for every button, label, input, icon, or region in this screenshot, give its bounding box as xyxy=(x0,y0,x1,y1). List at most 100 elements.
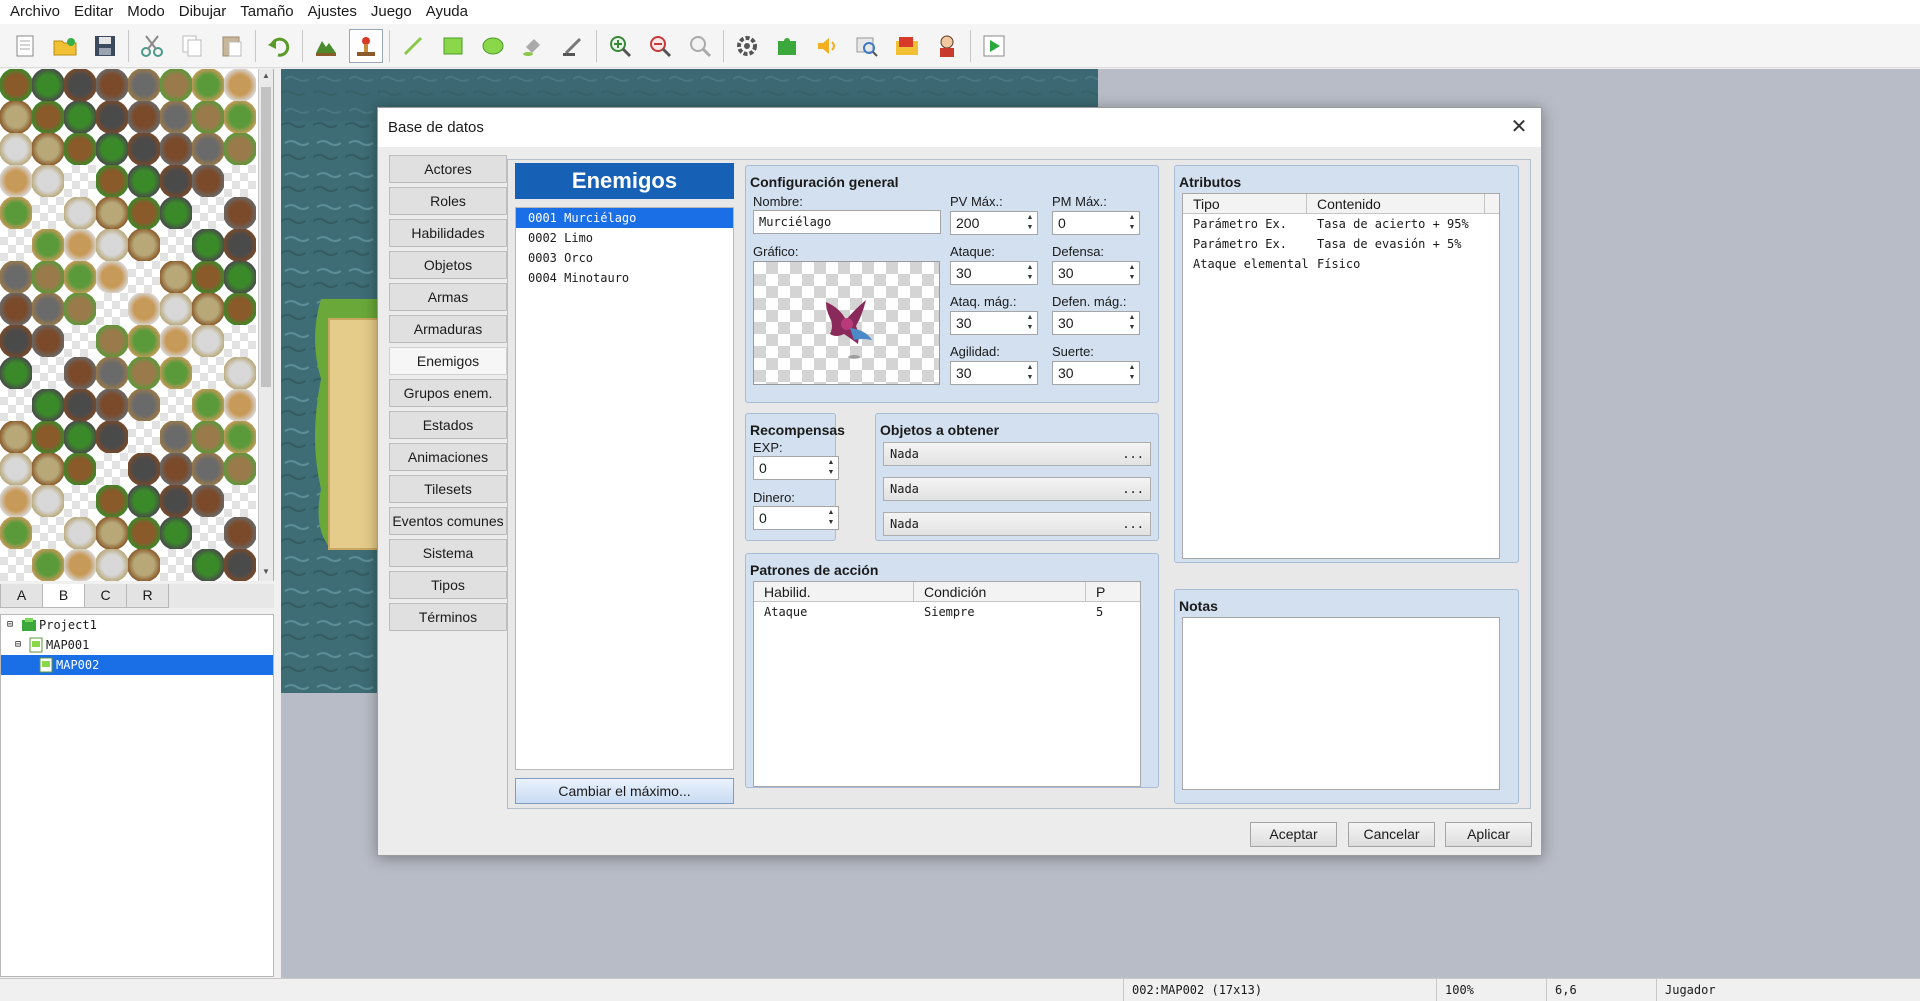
tileset-tile[interactable] xyxy=(160,389,192,421)
category-enemigos[interactable]: Enemigos xyxy=(389,347,507,375)
tileset-tile[interactable] xyxy=(192,389,224,421)
menu-archivo[interactable]: Archivo xyxy=(3,0,67,24)
tileset-tile[interactable] xyxy=(128,101,160,133)
tileset-tile[interactable] xyxy=(64,485,96,517)
tileset-tile[interactable] xyxy=(0,325,32,357)
tileset-tile[interactable] xyxy=(32,197,64,229)
tileset-tile[interactable] xyxy=(224,421,256,453)
tileset-tile[interactable] xyxy=(64,549,96,581)
tileset-tile[interactable] xyxy=(64,165,96,197)
tileset-tile[interactable] xyxy=(192,165,224,197)
tileset-tile[interactable] xyxy=(192,133,224,165)
tileset-tile[interactable] xyxy=(128,261,160,293)
tileset-tile[interactable] xyxy=(224,293,256,325)
menu-juego[interactable]: Juego xyxy=(364,0,419,24)
collapse-icon[interactable]: ⊟ xyxy=(15,635,29,655)
tileset-tile[interactable] xyxy=(0,389,32,421)
enemy-graphic-preview[interactable] xyxy=(753,261,940,385)
tileset-tile[interactable] xyxy=(160,485,192,517)
category-grupos-enem[interactable]: Grupos enem. xyxy=(389,379,507,407)
tileset-tile[interactable] xyxy=(96,197,128,229)
category-terminos[interactable]: Términos xyxy=(389,603,507,631)
tileset-tile[interactable] xyxy=(192,325,224,357)
column-header-priority[interactable]: P xyxy=(1086,582,1140,602)
tileset-tab-a[interactable]: A xyxy=(0,584,43,608)
tileset-tab-r[interactable]: R xyxy=(126,584,169,608)
column-header-type[interactable]: Tipo xyxy=(1183,194,1307,214)
tileset-tile[interactable] xyxy=(192,485,224,517)
tileset-tile[interactable] xyxy=(64,357,96,389)
zoom-actual-button[interactable] xyxy=(683,29,717,63)
tileset-tile[interactable] xyxy=(64,453,96,485)
spin-arrows-icon[interactable]: ▲ ▼ xyxy=(1127,313,1137,333)
category-armaduras[interactable]: Armaduras xyxy=(389,315,507,343)
tree-item-map001[interactable]: ⊟ MAP001 xyxy=(1,635,273,655)
rectangle-button[interactable] xyxy=(436,29,470,63)
tileset-tile[interactable] xyxy=(64,325,96,357)
tileset-tile[interactable] xyxy=(128,325,160,357)
attack-spinbox[interactable]: 30 ▲ ▼ xyxy=(950,261,1038,285)
tileset-tile[interactable] xyxy=(160,357,192,389)
ellipse-button[interactable] xyxy=(476,29,510,63)
new-project-button[interactable] xyxy=(8,29,42,63)
spin-arrows-icon[interactable]: ▲ ▼ xyxy=(1025,213,1035,233)
plugin-manager-button[interactable] xyxy=(770,29,804,63)
tileset-tile[interactable] xyxy=(160,69,192,101)
tileset-tile[interactable] xyxy=(224,165,256,197)
tileset-tile[interactable] xyxy=(32,261,64,293)
tileset-tile[interactable] xyxy=(160,325,192,357)
menu-tamano[interactable]: Tamaño xyxy=(233,0,300,24)
table-row[interactable]: Parámetro Ex. Tasa de evasión + 5% xyxy=(1183,234,1499,254)
tileset-tile[interactable] xyxy=(96,69,128,101)
tileset-tile[interactable] xyxy=(0,165,32,197)
tileset-tile[interactable] xyxy=(96,165,128,197)
tileset-tile[interactable] xyxy=(64,261,96,293)
spin-arrows-icon[interactable]: ▲ ▼ xyxy=(1127,263,1137,283)
tileset-tile[interactable] xyxy=(224,453,256,485)
tileset-tile[interactable] xyxy=(192,261,224,293)
spin-arrows-icon[interactable]: ▲ ▼ xyxy=(1127,363,1137,383)
enemy-list-item[interactable]: 0001 Murciélago xyxy=(516,208,733,228)
tileset-tile[interactable] xyxy=(192,357,224,389)
pencil-button[interactable] xyxy=(396,29,430,63)
max-hp-spinbox[interactable]: 200 ▲ ▼ xyxy=(950,211,1038,235)
tileset-tile[interactable] xyxy=(32,517,64,549)
tileset-tile[interactable] xyxy=(32,421,64,453)
resource-manager-button[interactable] xyxy=(890,29,924,63)
tileset-tile[interactable] xyxy=(64,133,96,165)
category-estados[interactable]: Estados xyxy=(389,411,507,439)
tile-grid[interactable] xyxy=(0,69,258,581)
tileset-tile[interactable] xyxy=(160,197,192,229)
tileset-tile[interactable] xyxy=(128,357,160,389)
agility-spinbox[interactable]: 30 ▲ ▼ xyxy=(950,361,1038,385)
magic-attack-spinbox[interactable]: 30 ▲ ▼ xyxy=(950,311,1038,335)
sound-test-button[interactable] xyxy=(810,29,844,63)
zoom-out-button[interactable] xyxy=(643,29,677,63)
paste-button[interactable] xyxy=(215,29,249,63)
tileset-tile[interactable] xyxy=(192,229,224,261)
tileset-tile[interactable] xyxy=(96,293,128,325)
tileset-tile[interactable] xyxy=(160,549,192,581)
menu-ajustes[interactable]: Ajustes xyxy=(301,0,364,24)
open-project-button[interactable] xyxy=(48,29,82,63)
tileset-tile[interactable] xyxy=(192,293,224,325)
column-header-skill[interactable]: Habilid. xyxy=(754,582,914,602)
spin-arrows-icon[interactable]: ▲ ▼ xyxy=(1025,363,1035,383)
undo-button[interactable] xyxy=(262,29,296,63)
tileset-tile[interactable] xyxy=(96,325,128,357)
category-tipos[interactable]: Tipos xyxy=(389,571,507,599)
playtest-button[interactable] xyxy=(977,29,1011,63)
tileset-tile[interactable] xyxy=(128,549,160,581)
column-header-condition[interactable]: Condición xyxy=(914,582,1086,602)
tileset-tile[interactable] xyxy=(64,69,96,101)
table-row[interactable]: Ataque elemental Físico xyxy=(1183,254,1499,274)
tileset-tile[interactable] xyxy=(128,389,160,421)
menu-modo[interactable]: Modo xyxy=(120,0,172,24)
tileset-tile[interactable] xyxy=(128,133,160,165)
tileset-tile[interactable] xyxy=(224,101,256,133)
tileset-tile[interactable] xyxy=(128,421,160,453)
tileset-tile[interactable] xyxy=(160,517,192,549)
collapse-icon[interactable]: ⊟ xyxy=(7,615,21,635)
tileset-tile[interactable] xyxy=(224,549,256,581)
tileset-tile[interactable] xyxy=(224,133,256,165)
